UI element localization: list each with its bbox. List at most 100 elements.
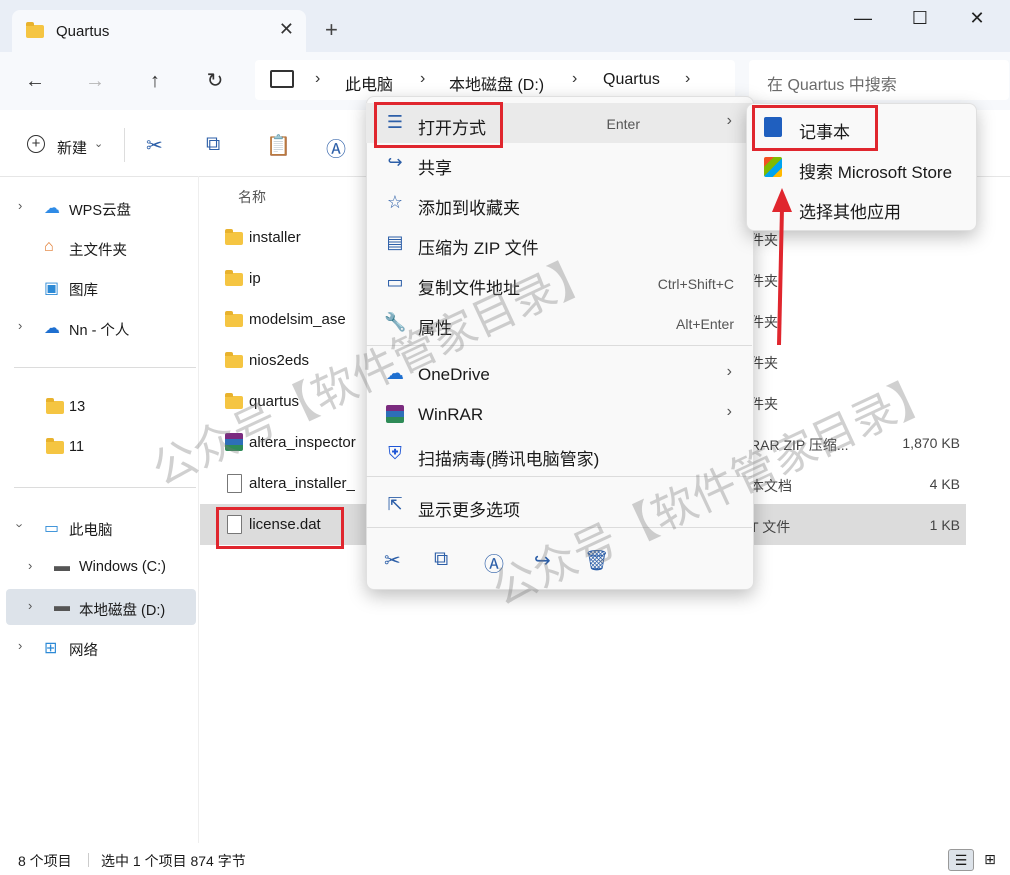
sidebar-item-label: 图库 [69,283,98,299]
sidebar-item-drive-d[interactable]: › ▬ 本地磁盘 (D:) [6,589,196,625]
copy-icon[interactable]: ⧉ [206,133,220,156]
file-name: ip [249,270,261,287]
sidebar-item-label: 主文件夹 [69,243,127,259]
paste-icon[interactable]: 📋 [266,133,291,158]
tab-close-button[interactable]: ✕ [279,19,294,40]
submenu-item-label: 选择其他应用 [799,203,901,222]
minimize-button[interactable]: — [843,8,883,32]
microsoft-store-icon [764,157,782,177]
details-view-icon[interactable]: ☰ [948,849,974,871]
folder-icon [225,352,243,368]
menu-item-share[interactable]: ↪ 共享 [366,143,752,183]
file-name: modelsim_ase [249,311,346,328]
file-name: altera_installer_ [249,475,355,492]
drive-icon: ▬ [54,598,70,615]
folder-icon [225,311,243,327]
pane-divider [198,176,199,843]
sidebar-item-label: Windows (C:) [79,559,167,575]
file-size: 1,870 KB [902,435,960,451]
folder-icon [46,438,64,454]
close-window-button[interactable]: ✕ [957,8,997,32]
chevron-right-icon: › [18,318,23,333]
chevron-down-icon: › [12,523,28,528]
file-type: 件夹 [750,355,778,371]
menu-item-label: 添加到收藏夹 [418,199,520,218]
sidebar-item-label: Nn - 个人 [69,323,130,339]
share-icon: ↪ [387,152,403,172]
search-input[interactable]: 在 Quartus 中搜索 [749,60,1009,100]
new-tab-button[interactable]: + [325,17,338,43]
menu-item-label: 显示更多选项 [418,501,520,520]
up-button[interactable]: ↑ [140,66,170,96]
sidebar-item-label: 11 [69,439,85,455]
breadcrumb-chevron-icon: › [685,70,691,87]
status-divider [88,853,89,867]
highlight-box-open-with [374,102,503,148]
folder-icon [225,229,243,245]
new-button[interactable]: 新建 [57,137,87,158]
file-size: 4 KB [929,476,960,492]
file-size: 1 KB [929,517,960,533]
breadcrumb-this-pc[interactable]: 此电脑 [345,71,393,95]
file-type: 件夹 [750,396,778,412]
star-icon: ☆ [386,192,404,212]
sidebar-item-this-pc[interactable]: › ▭ 此电脑 [0,509,196,545]
folder-icon [225,270,243,286]
cut-icon[interactable]: ✂ [146,133,163,158]
menu-item-shortcut: Alt+Enter [676,316,734,332]
copy-icon[interactable]: ⧉ [434,548,448,571]
forward-button[interactable]: → [80,66,110,96]
sidebar-item-drive-c[interactable]: › ▬ Windows (C:) [0,549,196,585]
menu-item-label: WinRAR [418,405,484,424]
sidebar-item-network[interactable]: › ⊞ 网络 [0,629,196,665]
breadcrumb-quartus[interactable]: Quartus [603,71,660,89]
network-icon: ⊞ [44,640,58,657]
rename-icon[interactable]: Ⓐ [326,133,346,162]
column-header-name[interactable]: 名称 [238,187,266,207]
new-plus-icon: + [27,135,45,153]
gallery-icon: ▣ [44,280,60,297]
breadcrumb-chevron-icon: › [572,70,578,87]
chevron-right-icon: › [18,198,23,213]
sidebar-item-label: 13 [69,399,86,415]
pc-icon: ▭ [44,520,60,537]
chevron-right-icon: › [28,598,33,613]
sidebar-item-wps[interactable]: › ☁ WPS云盘 [0,189,196,225]
search-placeholder: 在 Quartus 中搜索 [767,77,897,94]
chevron-right-icon: › [726,363,732,380]
chevron-right-icon: › [726,403,732,420]
sidebar-item-label: WPS云盘 [69,203,132,219]
red-arrow-annotation [772,188,792,346]
maximize-button[interactable]: ☐ [900,8,940,32]
menu-item-shortcut: Ctrl+Shift+C [657,276,734,292]
back-button[interactable]: ← [20,66,50,96]
winrar-icon [386,405,404,423]
pc-icon [270,70,294,88]
sidebar-item-home[interactable]: ⌂ 主文件夹 [0,229,196,265]
menu-item-add-favorites[interactable]: ☆ 添加到收藏夹 [366,183,752,223]
chevron-down-icon: ⌄ [94,138,104,150]
shield-icon: ⛨ [388,443,402,463]
highlight-box-license [216,507,344,549]
tab-title: Quartus [56,23,110,40]
chevron-right-icon: › [28,558,33,573]
chevron-right-icon: › [18,638,23,653]
sidebar-item-label: 本地磁盘 (D:) [79,603,166,619]
sidebar-item-label: 此电脑 [69,523,113,539]
breadcrumb-chevron-icon: › [315,70,321,87]
cut-icon[interactable]: ✂ [384,548,401,573]
sidebar-item-gallery[interactable]: ▣ 图库 [0,269,196,305]
toolbar-divider [124,128,125,162]
sidebar-item-13[interactable]: 13 [0,389,196,425]
menu-item-label: 扫描病毒(腾讯电脑管家) [418,450,600,469]
menu-item-winrar[interactable]: WinRAR › [366,394,752,434]
sidebar-item-onedrive[interactable]: › ☁ Nn - 个人 [0,309,196,345]
menu-item-label: 压缩为 ZIP 文件 [418,239,539,258]
status-selection: 选中 1 个项目 874 字节 [101,853,246,869]
refresh-button[interactable]: ↻ [200,66,230,96]
tab-quartus[interactable]: Quartus ✕ [12,10,306,52]
folder-icon [46,398,64,414]
document-icon [227,474,242,493]
tiles-view-icon[interactable]: ⊞ [980,849,1000,869]
breadcrumb-drive-d[interactable]: 本地磁盘 (D:) [449,71,544,95]
